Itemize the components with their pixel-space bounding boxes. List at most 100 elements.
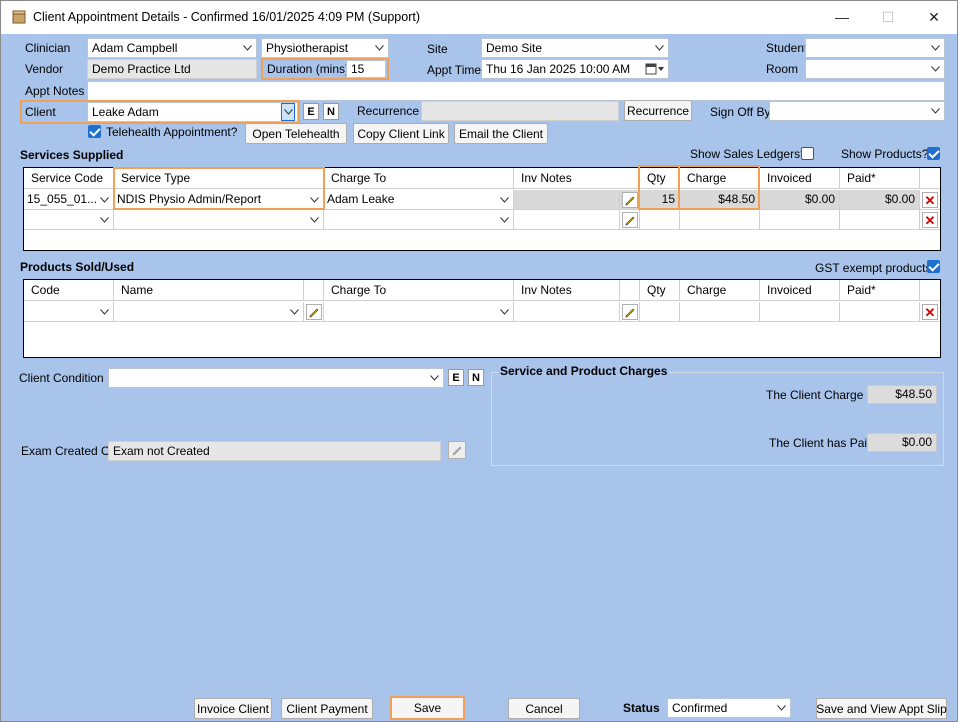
chevron-down-icon[interactable] <box>97 191 111 208</box>
charge-cell[interactable]: $48.50 <box>680 190 760 210</box>
col-service-type[interactable]: Service Type <box>114 168 324 189</box>
chevron-down-icon[interactable] <box>97 303 111 320</box>
room-select[interactable] <box>805 59 945 79</box>
telehealth-checkbox[interactable] <box>88 125 101 138</box>
col-inv-notes[interactable]: Inv Notes <box>514 280 620 301</box>
client-paid-label: The Client has Paid <box>769 436 874 450</box>
condition-new-button[interactable]: N <box>468 369 484 386</box>
product-qty-cell[interactable] <box>640 302 680 322</box>
calendar-icon[interactable] <box>645 62 665 76</box>
profession-select[interactable]: Physiotherapist <box>261 38 389 58</box>
recurrence-button[interactable]: Recurrence <box>624 100 692 121</box>
open-telehealth-button[interactable]: Open Telehealth <box>245 123 347 144</box>
col-inv-notes[interactable]: Inv Notes <box>514 168 640 189</box>
service-code-cell[interactable] <box>24 210 114 230</box>
appt-notes-input[interactable] <box>87 81 945 101</box>
delete-row-icon[interactable]: ✕ <box>922 304 938 320</box>
close-icon[interactable]: ✕ <box>911 1 957 33</box>
minimize-icon[interactable]: — <box>819 1 865 33</box>
product-charge-to-cell[interactable] <box>324 302 514 322</box>
save-view-slip-button[interactable]: Save and View Appt Slip <box>816 698 947 719</box>
product-charge-cell[interactable] <box>680 302 760 322</box>
chevron-down-icon[interactable] <box>928 60 942 78</box>
save-button[interactable]: Save <box>390 696 465 720</box>
chevron-down-icon[interactable] <box>497 303 511 320</box>
chevron-down-icon[interactable] <box>307 191 321 208</box>
service-code-cell[interactable]: 15_055_01... <box>24 190 114 210</box>
col-charge-to[interactable]: Charge To <box>324 280 514 301</box>
product-code-cell[interactable] <box>24 302 114 322</box>
delete-row-icon[interactable]: ✕ <box>922 212 938 228</box>
product-name-cell[interactable] <box>114 302 304 322</box>
client-payment-button[interactable]: Client Payment <box>281 698 373 719</box>
clinician-select[interactable]: Adam Campbell <box>87 38 257 58</box>
col-paid[interactable]: Paid* <box>840 280 920 301</box>
client-condition-select[interactable] <box>108 368 444 388</box>
invoice-client-button[interactable]: Invoice Client <box>194 698 272 719</box>
paid-cell: $0.00 <box>840 190 920 210</box>
col-charge[interactable]: Charge <box>680 280 760 301</box>
col-charge-to[interactable]: Charge To <box>324 168 514 189</box>
appt-time-picker[interactable]: Thu 16 Jan 2025 10:00 AM <box>481 59 669 79</box>
chevron-down-icon[interactable] <box>307 211 321 228</box>
pencil-icon[interactable] <box>306 304 322 320</box>
col-charge[interactable]: Charge <box>680 168 760 189</box>
charge-cell[interactable] <box>680 210 760 230</box>
chevron-down-icon[interactable] <box>774 699 788 717</box>
chevron-down-icon[interactable] <box>928 102 942 120</box>
col-qty[interactable]: Qty <box>640 280 680 301</box>
room-label: Room <box>766 62 799 76</box>
col-invoiced[interactable]: Invoiced <box>760 280 840 301</box>
client-charge-field: $48.50 <box>867 385 937 404</box>
student-select[interactable] <box>805 38 945 58</box>
service-type-cell[interactable] <box>114 210 324 230</box>
pencil-icon[interactable] <box>622 192 638 208</box>
delete-row-icon[interactable]: ✕ <box>922 192 938 208</box>
gst-exempt-checkbox[interactable] <box>927 260 940 273</box>
email-client-button[interactable]: Email the Client <box>454 123 548 144</box>
maximize-icon[interactable]: ☐ <box>865 1 911 33</box>
show-products-checkbox[interactable] <box>927 147 940 160</box>
inv-notes-cell[interactable] <box>514 210 620 230</box>
inv-notes-cell[interactable] <box>514 190 620 210</box>
chevron-down-icon[interactable] <box>652 39 666 57</box>
pencil-icon[interactable] <box>622 212 638 228</box>
cancel-button[interactable]: Cancel <box>508 698 580 719</box>
copy-client-link-button[interactable]: Copy Client Link <box>353 123 449 144</box>
client-select[interactable]: Leake Adam <box>87 102 298 122</box>
site-select[interactable]: Demo Site <box>481 38 669 58</box>
service-code-value: 15_055_01... <box>27 192 98 206</box>
chevron-down-icon[interactable] <box>97 211 111 228</box>
condition-edit-button[interactable]: E <box>448 369 464 386</box>
client-new-button[interactable]: N <box>323 103 339 120</box>
chevron-down-icon[interactable] <box>281 103 295 121</box>
pencil-icon[interactable] <box>448 441 466 459</box>
chevron-down-icon[interactable] <box>497 211 511 228</box>
col-invoiced[interactable]: Invoiced <box>760 168 840 189</box>
chevron-down-icon[interactable] <box>497 191 511 208</box>
qty-cell[interactable] <box>640 210 680 230</box>
qty-cell[interactable]: 15 <box>640 190 680 210</box>
show-sales-ledgers-checkbox[interactable] <box>801 147 814 160</box>
product-inv-notes-cell[interactable] <box>514 302 620 322</box>
qty-value: 15 <box>661 192 675 206</box>
col-name[interactable]: Name <box>114 280 304 301</box>
duration-input[interactable]: 15 <box>346 60 386 78</box>
charge-to-cell[interactable]: Adam Leake <box>324 190 514 210</box>
sign-off-select[interactable] <box>769 101 945 121</box>
chevron-down-icon[interactable] <box>372 39 386 57</box>
col-code[interactable]: Code <box>24 280 114 301</box>
chevron-down-icon[interactable] <box>427 369 441 387</box>
col-paid[interactable]: Paid* <box>840 168 920 189</box>
service-type-value: NDIS Physio Admin/Report <box>117 192 262 206</box>
chevron-down-icon[interactable] <box>287 303 301 320</box>
col-service-code[interactable]: Service Code <box>24 168 114 189</box>
pencil-icon[interactable] <box>622 304 638 320</box>
status-select[interactable]: Confirmed <box>667 698 791 718</box>
chevron-down-icon[interactable] <box>928 39 942 57</box>
client-edit-button[interactable]: E <box>303 103 319 120</box>
col-qty[interactable]: Qty <box>640 168 680 189</box>
charge-to-cell[interactable] <box>324 210 514 230</box>
service-type-cell[interactable]: NDIS Physio Admin/Report <box>114 190 324 210</box>
chevron-down-icon[interactable] <box>240 39 254 57</box>
